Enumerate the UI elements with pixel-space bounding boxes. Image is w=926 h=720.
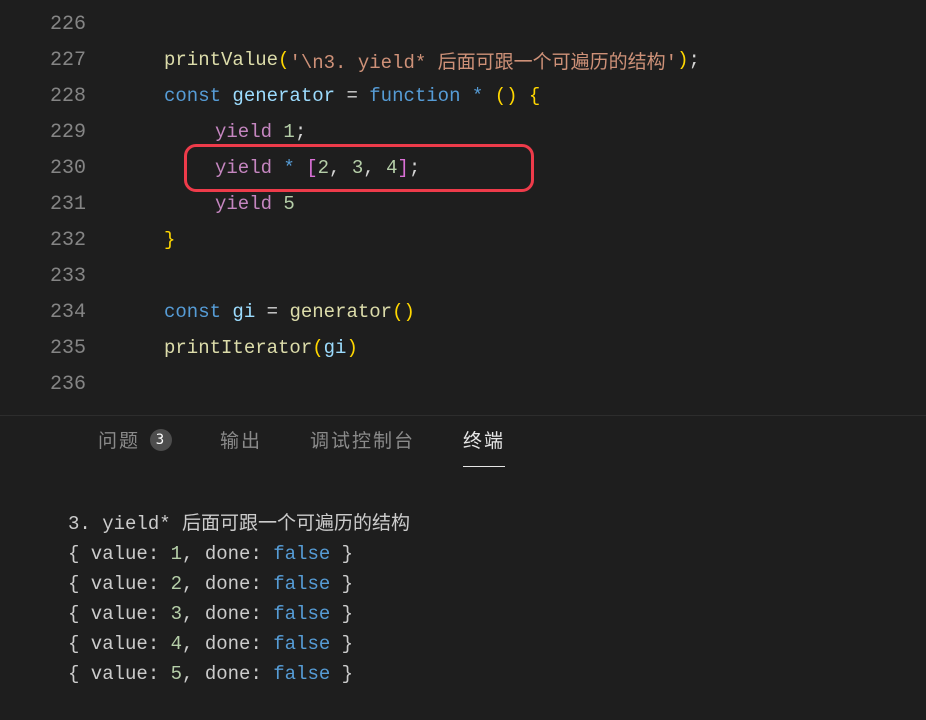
code-line[interactable]: 228const generator = function * () {: [0, 78, 926, 114]
tab-problems[interactable]: 问题 3: [98, 426, 172, 457]
code-line[interactable]: 230yield * [2, 3, 4];: [0, 150, 926, 186]
line-number: 227: [0, 49, 114, 72]
code-content: }: [114, 229, 175, 251]
code-line[interactable]: 226: [0, 6, 926, 42]
code-content: printValue('\n3. yield* 后面可跟一个可遍历的结构');: [114, 47, 700, 74]
code-content: yield 1;: [114, 121, 306, 143]
tab-terminal[interactable]: 终端: [463, 426, 505, 457]
line-number: 236: [0, 373, 114, 396]
code-line[interactable]: 233: [0, 258, 926, 294]
tab-label: 调试控制台: [310, 426, 415, 453]
code-line[interactable]: 229yield 1;: [0, 114, 926, 150]
line-number: 228: [0, 85, 114, 108]
code-line[interactable]: 236: [0, 366, 926, 402]
code-content: const gi = generator(): [114, 301, 415, 323]
line-number: 235: [0, 337, 114, 360]
code-line[interactable]: 227printValue('\n3. yield* 后面可跟一个可遍历的结构'…: [0, 42, 926, 78]
line-number: 232: [0, 229, 114, 252]
line-number: 231: [0, 193, 114, 216]
problems-count-badge: 3: [150, 429, 172, 451]
code-line[interactable]: 235printIterator(gi): [0, 330, 926, 366]
code-content: yield 5: [114, 193, 295, 215]
code-line[interactable]: 232}: [0, 222, 926, 258]
code-editor[interactable]: 226 227printValue('\n3. yield* 后面可跟一个可遍历的…: [0, 0, 926, 415]
line-number: 234: [0, 301, 114, 324]
line-number: 230: [0, 157, 114, 180]
terminal-output[interactable]: 3. yield* 后面可跟一个可遍历的结构 { value: 1, done:…: [0, 467, 926, 689]
code-line[interactable]: 231yield 5: [0, 186, 926, 222]
tab-label: 输出: [220, 426, 262, 453]
code-content: printIterator(gi): [114, 337, 358, 359]
tab-output[interactable]: 输出: [220, 426, 262, 457]
code-content: const generator = function * () {: [114, 85, 540, 107]
tab-label: 终端: [463, 426, 505, 453]
line-number: 226: [0, 13, 114, 36]
tab-debug-console[interactable]: 调试控制台: [310, 426, 415, 457]
bottom-panel: 问题 3 输出 调试控制台 终端 3. yield* 后面可跟一个可遍历的结构 …: [0, 415, 926, 720]
line-number: 233: [0, 265, 114, 288]
panel-tabs: 问题 3 输出 调试控制台 终端: [0, 416, 926, 467]
code-content: yield * [2, 3, 4];: [114, 157, 420, 179]
code-line[interactable]: 234const gi = generator(): [0, 294, 926, 330]
tab-label: 问题: [98, 426, 140, 453]
line-number: 229: [0, 121, 114, 144]
